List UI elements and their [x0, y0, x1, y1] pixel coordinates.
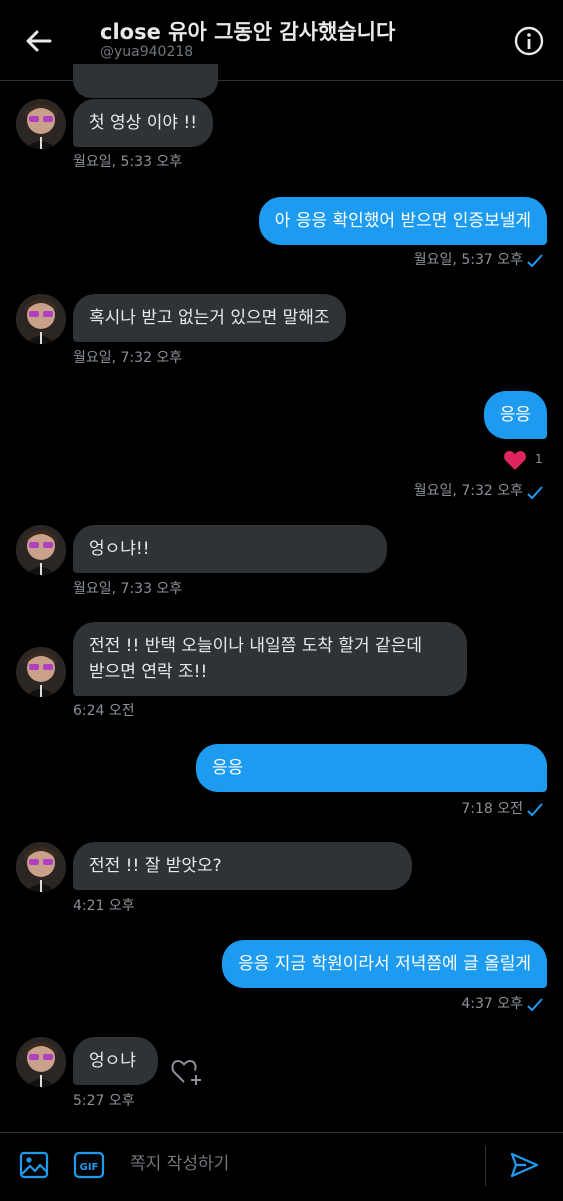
gif-label: GIF: [80, 1162, 99, 1173]
composer-divider: [485, 1146, 486, 1186]
message-timestamp: 5:27 오후: [73, 1093, 135, 1109]
read-check-icon: [527, 254, 543, 268]
reaction-count: 1: [535, 452, 543, 466]
avatar[interactable]: [16, 1037, 66, 1087]
message-timestamp: 6:24 오전: [73, 703, 135, 719]
message-bubble-outgoing[interactable]: 응응: [483, 391, 547, 439]
message-timestamp: 4:37 오후: [461, 996, 523, 1012]
image-icon[interactable]: [19, 1150, 49, 1180]
message-timestamp: 월요일, 7:33 오후: [73, 581, 183, 597]
send-icon[interactable]: [508, 1150, 540, 1180]
message-line: 전전 !! 반택 오늘이나 내일쯤 도착 할거 같은데: [89, 636, 422, 656]
message-line: 받으면 연락 조!!: [89, 662, 208, 682]
avatar[interactable]: [16, 525, 66, 575]
message-timestamp: 월요일, 5:33 오후: [73, 154, 183, 170]
message-bubble-outgoing[interactable]: 응응 지금 학원이라서 저녁쯤에 글 올릴게: [222, 940, 547, 988]
message-bubble-incoming[interactable]: 엉ㅇ냐!!: [73, 525, 387, 573]
heart-reaction-icon[interactable]: [503, 449, 527, 471]
avatar[interactable]: [16, 99, 66, 149]
avatar[interactable]: [16, 842, 66, 892]
conversation-handle[interactable]: @yua940218: [100, 44, 193, 60]
read-check-icon: [527, 486, 543, 500]
message-timestamp: 7:18 오전: [461, 801, 523, 817]
message-bubble-outgoing[interactable]: 아 응응 확인했어 받으면 인증보낼게: [258, 197, 547, 245]
message-timestamp: 4:21 오후: [73, 898, 135, 914]
message-input[interactable]: [128, 1143, 467, 1185]
message-timestamp: 월요일, 7:32 오후: [413, 483, 523, 499]
avatar[interactable]: [16, 647, 66, 697]
add-reaction-icon[interactable]: [170, 1056, 204, 1086]
message-bubble-incoming[interactable]: 첫 영상 이야 !!: [73, 99, 214, 147]
info-icon[interactable]: [512, 24, 546, 58]
previous-message-bubble: [73, 64, 218, 98]
message-bubble-incoming[interactable]: 전전 !! 잘 받앗오?: [73, 842, 412, 890]
avatar[interactable]: [16, 294, 66, 344]
message-bubble-incoming[interactable]: 엉ㅇ냐: [73, 1037, 158, 1085]
message-bubble-outgoing[interactable]: 응응: [196, 744, 547, 792]
message-timestamp: 월요일, 5:37 오후: [413, 252, 523, 268]
conversation-title[interactable]: close 유아 그동안 감사했습니다: [100, 16, 395, 46]
read-check-icon: [527, 998, 543, 1012]
message-bubble-incoming[interactable]: 전전 !! 반택 오늘이나 내일쯤 도착 할거 같은데 받으면 연락 조!!: [73, 622, 467, 696]
gif-icon[interactable]: GIF: [73, 1150, 105, 1180]
read-check-icon: [527, 803, 543, 817]
message-timestamp: 월요일, 7:32 오후: [73, 350, 183, 366]
back-arrow-icon[interactable]: [22, 24, 56, 58]
message-bubble-incoming[interactable]: 혹시나 받고 없는거 있으면 말해조: [73, 294, 346, 342]
